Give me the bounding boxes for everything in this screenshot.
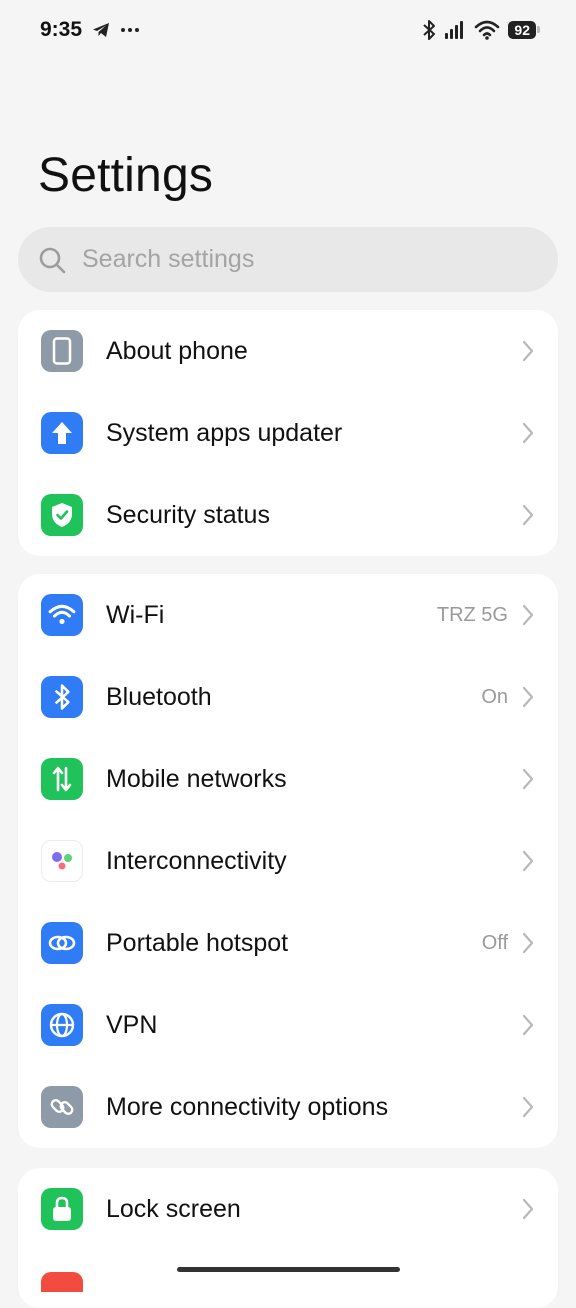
chevron-right-icon — [520, 1096, 536, 1118]
home-indicator[interactable] — [177, 1267, 400, 1272]
status-bar-right: 92 — [422, 19, 536, 41]
arrow-up-icon — [41, 412, 83, 454]
telegram-icon — [92, 22, 110, 38]
row-label: Portable hotspot — [106, 929, 288, 958]
wifi-icon — [474, 20, 500, 40]
settings-group-connectivity: Wi-Fi TRZ 5G Bluetooth On Mobile network… — [18, 574, 558, 1148]
row-label: Security status — [106, 501, 270, 530]
row-more-connectivity[interactable]: More connectivity options — [18, 1066, 558, 1148]
phone-icon — [41, 330, 83, 372]
globe-icon — [41, 1004, 83, 1046]
search-placeholder: Search settings — [82, 245, 254, 274]
search-input[interactable]: Search settings — [18, 227, 558, 292]
chevron-right-icon — [520, 932, 536, 954]
chevron-right-icon — [520, 1014, 536, 1036]
next-item-icon-partial — [41, 1272, 83, 1292]
status-bar: 9:35 92 — [0, 0, 576, 60]
more-dots-icon — [120, 27, 140, 33]
settings-group-personalization: Lock screen — [18, 1168, 558, 1308]
bluetooth-icon — [41, 676, 83, 718]
row-portable-hotspot[interactable]: Portable hotspot Off — [18, 902, 558, 984]
row-label: About phone — [106, 337, 248, 366]
mobile-data-icon — [41, 758, 83, 800]
row-label: Wi-Fi — [106, 601, 164, 630]
chevron-right-icon — [520, 768, 536, 790]
row-label: System apps updater — [106, 419, 342, 448]
row-about-phone[interactable]: About phone — [18, 310, 558, 392]
row-label: Mobile networks — [106, 765, 287, 794]
row-label: Lock screen — [106, 1195, 241, 1224]
chevron-right-icon — [520, 604, 536, 626]
row-label: More connectivity options — [106, 1093, 388, 1122]
signal-icon — [444, 21, 466, 39]
row-security-status[interactable]: Security status — [18, 474, 558, 556]
bluetooth-status: On — [481, 686, 508, 709]
chevron-right-icon — [520, 850, 536, 872]
status-time: 9:35 — [40, 18, 82, 42]
page-title: Settings — [38, 148, 213, 203]
lock-icon — [41, 1188, 83, 1230]
row-bluetooth[interactable]: Bluetooth On — [18, 656, 558, 738]
link-icon — [41, 1086, 83, 1128]
row-vpn[interactable]: VPN — [18, 984, 558, 1066]
settings-group-device: About phone System apps updater Security… — [18, 310, 558, 556]
status-bar-left: 9:35 — [40, 18, 140, 42]
shield-check-icon — [41, 494, 83, 536]
wifi-network-name: TRZ 5G — [437, 604, 508, 627]
search-icon — [38, 246, 66, 274]
row-label: VPN — [106, 1011, 157, 1040]
wifi-icon — [41, 594, 83, 636]
chevron-right-icon — [520, 422, 536, 444]
row-wifi[interactable]: Wi-Fi TRZ 5G — [18, 574, 558, 656]
row-label: Bluetooth — [106, 683, 212, 712]
row-lock-screen[interactable]: Lock screen — [18, 1168, 558, 1250]
row-system-apps-updater[interactable]: System apps updater — [18, 392, 558, 474]
chevron-right-icon — [520, 686, 536, 708]
chevron-right-icon — [520, 504, 536, 526]
interconnectivity-icon — [41, 840, 83, 882]
hotspot-icon — [41, 922, 83, 964]
row-label: Interconnectivity — [106, 847, 287, 876]
hotspot-status: Off — [482, 932, 508, 955]
chevron-right-icon — [520, 1198, 536, 1220]
chevron-right-icon — [520, 340, 536, 362]
row-mobile-networks[interactable]: Mobile networks — [18, 738, 558, 820]
battery-icon: 92 — [508, 21, 536, 39]
bluetooth-icon — [422, 19, 436, 41]
row-interconnectivity[interactable]: Interconnectivity — [18, 820, 558, 902]
